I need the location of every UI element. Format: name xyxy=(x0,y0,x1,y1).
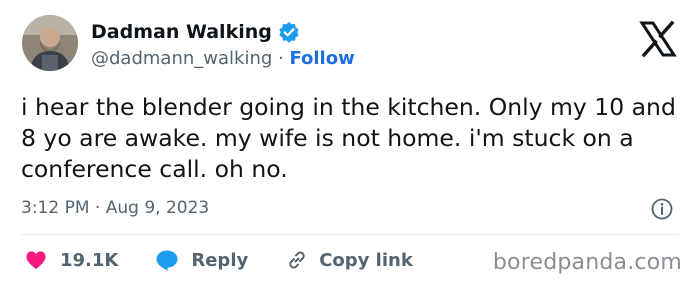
divider xyxy=(21,234,679,235)
like-button[interactable]: 19.1K xyxy=(25,250,118,271)
tweet-timestamp[interactable]: 3:12 PM · Aug 9, 2023 xyxy=(21,198,209,218)
reply-button[interactable]: Reply xyxy=(155,249,248,271)
author-meta: @dadmann_walking · Follow xyxy=(91,48,355,69)
link-icon xyxy=(285,248,309,272)
avatar-photo xyxy=(22,15,78,71)
reply-bubble-icon xyxy=(155,249,179,271)
copy-link-label: Copy link xyxy=(319,249,413,271)
tweet-text: i hear the blender going in the kitchen.… xyxy=(21,93,676,183)
action-bar: 19.1K Reply Copy link xyxy=(25,247,413,273)
timestamp-separator: · xyxy=(89,198,106,218)
author-handle[interactable]: @dadmann_walking xyxy=(91,48,272,69)
heart-icon xyxy=(25,250,47,270)
follow-button[interactable]: Follow xyxy=(289,48,354,69)
handle-separator: · xyxy=(272,48,290,69)
watermark: boredpanda.com xyxy=(492,250,682,275)
like-count: 19.1K xyxy=(60,249,119,271)
tweet-time: 3:12 PM xyxy=(21,198,90,218)
tweet-date: Aug 9, 2023 xyxy=(105,198,210,218)
copy-link-button[interactable]: Copy link xyxy=(285,248,413,272)
reply-label: Reply xyxy=(191,249,249,271)
info-icon[interactable] xyxy=(650,197,674,221)
avatar[interactable] xyxy=(22,15,78,71)
verified-badge-icon xyxy=(278,21,300,43)
x-logo-icon[interactable] xyxy=(639,20,677,58)
author-name[interactable]: Dadman Walking xyxy=(91,21,272,43)
